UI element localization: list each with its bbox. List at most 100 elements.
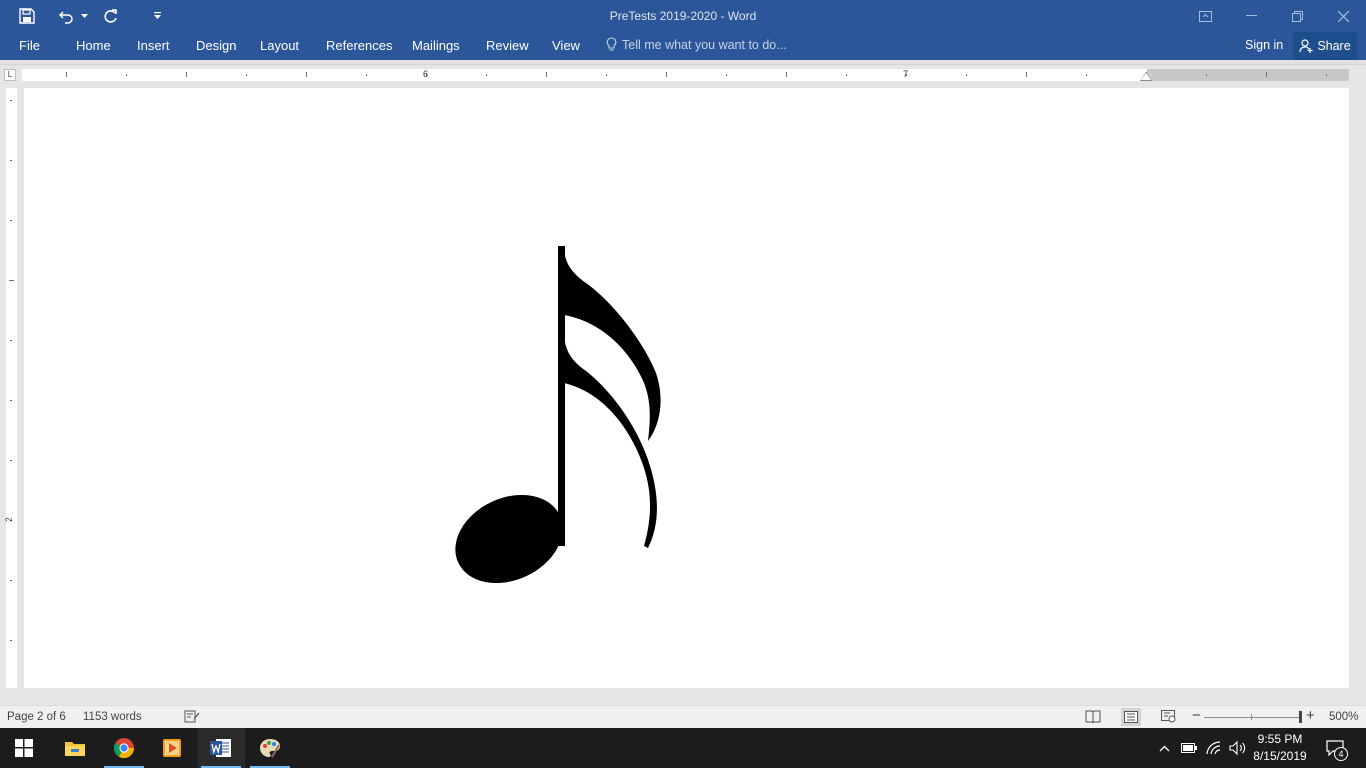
battery-indicator[interactable] [1180, 728, 1198, 768]
clock-date: 8/15/2019 [1253, 749, 1307, 763]
zoom-slider-midpoint [1251, 714, 1252, 720]
ruler-tick [66, 72, 67, 77]
vertical-ruler-tick [10, 340, 12, 341]
zoom-out-button[interactable]: − [1192, 707, 1201, 724]
start-icon [15, 739, 33, 757]
ruler-tick [1086, 74, 1087, 76]
proofing-icon[interactable] [184, 710, 200, 726]
file-explorer-icon [65, 742, 85, 756]
tell-me-placeholder: Tell me what you want to do... [622, 37, 787, 52]
start-button[interactable] [0, 728, 48, 768]
ruler-tick [726, 74, 727, 76]
print-layout-button[interactable] [1121, 708, 1141, 726]
zoom-in-button[interactable]: + [1306, 707, 1315, 724]
ruler-tick [546, 72, 547, 77]
window-title: PreTests 2019-2020 - Word [609, 9, 757, 23]
tab-references[interactable]: References [326, 38, 392, 53]
taskbar-media-player[interactable] [148, 728, 196, 768]
tab-layout[interactable]: Layout [260, 38, 299, 53]
right-indent-marker-fill [1141, 73, 1151, 80]
ruler-tick [786, 72, 787, 77]
title-bar: PreTests 2019-2020 - Word [0, 0, 1366, 32]
vertical-ruler-tick [10, 160, 12, 161]
ruler-tick [1266, 72, 1267, 77]
taskbar-word[interactable] [197, 728, 245, 768]
close-icon [1337, 10, 1349, 22]
minimize-button[interactable] [1228, 0, 1274, 32]
read-mode-button[interactable] [1085, 710, 1101, 726]
zoom-slider-track[interactable] [1204, 717, 1300, 718]
note-stem [558, 246, 565, 546]
zoom-slider-thumb[interactable] [1299, 711, 1302, 723]
status-bar: Page 2 of 6 1153 words − + 500% [0, 705, 1366, 728]
tab-selector[interactable]: L [4, 69, 16, 81]
volume-indicator[interactable] [1228, 728, 1248, 768]
speaker-icon [1229, 741, 1246, 755]
system-clock[interactable]: 9:55 PM 8/15/2019 [1248, 731, 1312, 765]
vertical-ruler[interactable]: 2 [4, 88, 17, 688]
ribbon-tab-bar: File Home Insert Design Layout Reference… [0, 32, 1366, 60]
ruler-tick [486, 74, 487, 76]
page-indicator[interactable]: Page 2 of 6 [7, 711, 66, 723]
web-layout-button[interactable] [1161, 710, 1176, 726]
clock-time: 9:55 PM [1257, 732, 1303, 746]
collapsed-ribbon [0, 60, 1366, 65]
media-player-icon [163, 739, 181, 757]
share-button[interactable]: Share [1293, 32, 1357, 60]
ruler-tick [1206, 74, 1207, 76]
vertical-ruler-tick [10, 640, 12, 641]
tell-me-search[interactable]: Tell me what you want to do... [606, 37, 787, 52]
window-controls [1182, 0, 1366, 32]
sign-in-link[interactable]: Sign in [1245, 38, 1283, 52]
restore-button[interactable] [1274, 0, 1320, 32]
word-icon [210, 739, 231, 757]
ruler-tick [606, 74, 607, 76]
notification-count-badge: 4 [1334, 747, 1348, 761]
chevron-up-icon [1159, 745, 1169, 751]
close-button[interactable] [1320, 0, 1366, 32]
ruler-tick [186, 72, 187, 77]
ruler-track [22, 69, 1147, 81]
taskbar-paint[interactable] [246, 728, 294, 768]
tab-home[interactable]: Home [76, 38, 111, 53]
ruler-tick [246, 74, 247, 76]
wifi-icon [1206, 741, 1221, 755]
ruler-tick [666, 72, 667, 77]
tab-design[interactable]: Design [196, 38, 236, 53]
ribbon-display-options-button[interactable] [1182, 0, 1228, 32]
minimize-icon [1245, 15, 1257, 16]
tab-review[interactable]: Review [486, 38, 529, 53]
document-page[interactable] [24, 88, 1349, 688]
show-hidden-icons-button[interactable] [1156, 728, 1172, 768]
vertical-ruler-tick [10, 100, 12, 101]
vertical-ruler-tick [10, 580, 12, 581]
eighth-note-double-flag-icon[interactable] [454, 243, 694, 593]
ruler-tick [1026, 72, 1027, 77]
vertical-ruler-tick [9, 280, 14, 281]
print-layout-icon [1124, 711, 1138, 723]
windows-taskbar: 9:55 PM 8/15/2019 4 [0, 728, 1366, 768]
word-window: PreTests 2019-2020 - Word File Home Inse… [0, 0, 1366, 768]
tab-mailings[interactable]: Mailings [412, 38, 460, 53]
paint-icon [260, 739, 280, 758]
taskbar-chrome[interactable] [100, 728, 148, 768]
vertical-ruler-tick [10, 400, 12, 401]
battery-icon [1181, 743, 1197, 753]
right-margin-zone [1147, 69, 1349, 81]
tab-file[interactable]: File [19, 38, 40, 53]
horizontal-ruler[interactable]: L 6 7 [0, 66, 1366, 84]
taskbar-file-explorer[interactable] [51, 728, 99, 768]
tab-view[interactable]: View [552, 38, 580, 53]
ruler-tick [366, 74, 367, 76]
ruler-tick [126, 74, 127, 76]
ribbon-display-icon [1198, 10, 1212, 22]
tab-insert[interactable]: Insert [137, 38, 170, 53]
ruler-tick [1326, 74, 1327, 76]
zoom-level[interactable]: 500% [1329, 711, 1358, 723]
network-indicator[interactable] [1204, 728, 1224, 768]
person-add-icon [1299, 39, 1313, 53]
vertical-ruler-tick [10, 220, 12, 221]
ruler-tick [966, 74, 967, 76]
vertical-ruler-number-2: 2 [4, 517, 14, 522]
word-count[interactable]: 1153 words [83, 711, 142, 723]
